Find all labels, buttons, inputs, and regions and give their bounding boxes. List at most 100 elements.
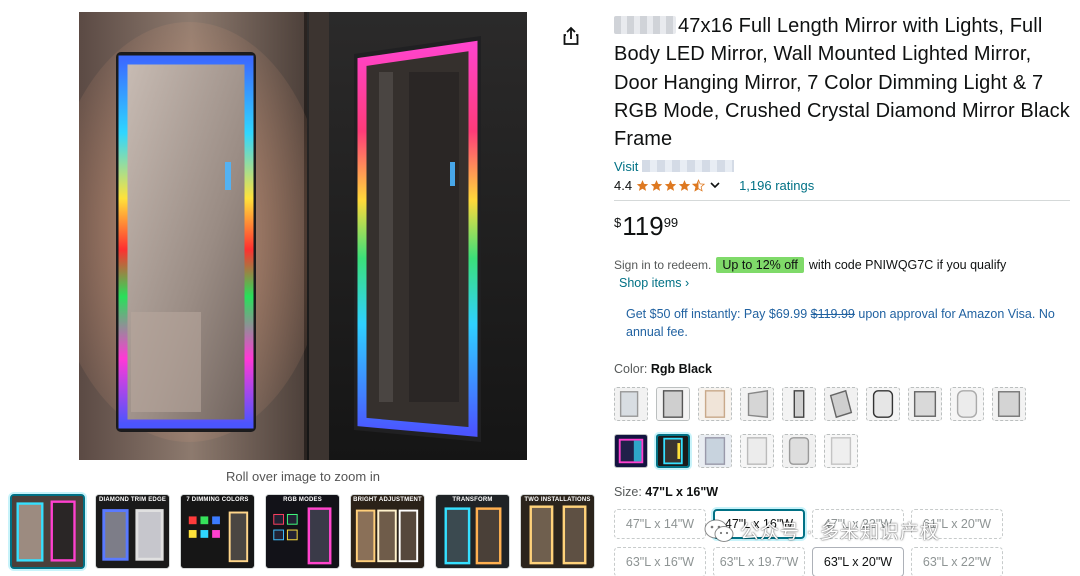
product-title: 47x16 Full Length Mirror with Lights, Fu… <box>614 12 1070 153</box>
promo-strike-price: $119.99 <box>810 307 855 322</box>
thumbnail-3-caption: 7 DIMMING COLORS <box>186 497 249 503</box>
visit-label: Visit <box>614 159 639 175</box>
color-swatch-image <box>699 435 731 468</box>
brand-name-redacted <box>614 16 676 34</box>
color-swatch[interactable] <box>698 387 732 422</box>
color-swatch-image <box>658 436 688 467</box>
thumbnail-2-caption: DIAMOND TRIM EDGE <box>98 497 167 503</box>
thumbnail-7[interactable]: TWO INSTALLATIONS <box>520 494 595 569</box>
color-swatch[interactable] <box>992 387 1026 422</box>
color-swatch[interactable] <box>698 434 732 469</box>
visa-promo[interactable]: Get $50 off instantly: Pay $69.99 $119.9… <box>626 305 1066 341</box>
divider <box>614 200 1070 202</box>
thumbnail-6-caption: TRANSFORM <box>452 497 493 503</box>
color-swatch[interactable] <box>740 434 774 469</box>
star-full-icon <box>650 180 663 191</box>
visit-store-link[interactable]: Visit <box>614 159 1070 175</box>
color-swatch-image <box>783 435 815 468</box>
watermark: 公众号 · 多米知识产权 <box>704 517 940 544</box>
thumbnail-strip: DIAMOND TRIM EDGE 7 DIMMING COLORS RGB M… <box>10 494 595 569</box>
thumbnail-7-image <box>521 495 594 568</box>
size-option[interactable]: 63"L x 22"W <box>911 547 1003 576</box>
color-selected: Rgb Black <box>650 362 712 377</box>
size-option[interactable]: 47"L x 14"W <box>614 509 706 540</box>
price-fraction: 99 <box>663 215 679 231</box>
star-full-icon <box>678 180 691 191</box>
color-swatch-image <box>867 388 899 421</box>
color-swatch-image <box>615 388 647 421</box>
color-swatch-image <box>825 435 857 468</box>
color-swatch-image <box>615 435 647 468</box>
chevron-down-icon[interactable] <box>709 179 721 191</box>
product-title-text: 47x16 Full Length Mirror with Lights, Fu… <box>614 15 1070 151</box>
color-swatch-image <box>741 388 773 421</box>
color-swatch[interactable] <box>824 434 858 469</box>
thumbnail-4[interactable]: RGB MODES <box>265 494 340 569</box>
color-swatch-image <box>993 388 1025 421</box>
color-swatch-image <box>825 388 857 421</box>
watermark-text: 公众号 · 多米知识产权 <box>740 522 940 543</box>
color-swatch[interactable] <box>614 387 648 422</box>
price: $ 119 99 <box>614 211 1070 241</box>
star-rating[interactable] <box>636 179 706 192</box>
color-label-prefix: Color: <box>614 362 648 377</box>
price-symbol: $ <box>614 215 622 231</box>
share-icon[interactable] <box>561 26 581 46</box>
main-product-image[interactable] <box>79 12 527 460</box>
thumbnail-6-image <box>436 495 509 568</box>
coupon-badge: Up to 12% off <box>716 257 804 274</box>
ratings-count-link[interactable]: 1,196 ratings <box>739 178 814 193</box>
thumbnail-4-caption: RGB MODES <box>283 497 322 503</box>
color-swatch-image <box>783 388 815 421</box>
thumbnail-7-caption: TWO INSTALLATIONS <box>524 497 591 503</box>
size-option[interactable]: 63"L x 20"W <box>812 547 904 576</box>
size-label-prefix: Size: <box>614 485 642 500</box>
color-label: Color: Rgb Black <box>614 362 1070 378</box>
color-swatch[interactable] <box>866 387 900 422</box>
star-half-icon <box>692 179 706 192</box>
star-full-icon <box>664 180 677 191</box>
color-swatch-selected[interactable] <box>656 434 690 469</box>
promo-lead: Get $50 off instantly: Pay $69.99 <box>626 307 808 322</box>
size-label: Size: 47"L x 16"W <box>614 485 1070 501</box>
thumbnail-6[interactable]: TRANSFORM <box>435 494 510 569</box>
size-selected: 47"L x 16"W <box>645 485 719 500</box>
size-option[interactable]: 63"L x 19.7"W <box>713 547 805 576</box>
thumbnail-1[interactable] <box>10 494 85 569</box>
signin-to-redeem[interactable]: Sign in to redeem. <box>614 258 711 272</box>
thumbnail-5-caption: BRIGHT ADJUSTMENT <box>353 497 422 503</box>
size-option[interactable]: 63"L x 16"W <box>614 547 706 576</box>
color-swatch[interactable] <box>782 387 816 422</box>
color-swatch[interactable] <box>950 387 984 422</box>
color-swatch[interactable] <box>656 387 690 422</box>
star-full-icon <box>636 180 649 191</box>
zoom-hint: Roll over image to zoom in <box>226 469 380 484</box>
mirror-photo <box>79 12 527 460</box>
color-swatch[interactable] <box>614 434 648 469</box>
product-details: 47x16 Full Length Mirror with Lights, Fu… <box>614 12 1070 576</box>
color-swatch[interactable] <box>782 434 816 469</box>
rating-row: 4.4 1,196 ratings <box>614 176 1070 194</box>
coupon-row: Sign in to redeem. Up to 12% off with co… <box>614 256 1070 274</box>
color-swatch[interactable] <box>740 387 774 422</box>
color-swatch-image <box>657 388 689 421</box>
color-swatches <box>614 387 1070 469</box>
thumbnail-3-image <box>181 495 254 568</box>
rating-value: 4.4 <box>614 177 633 193</box>
thumbnail-1-image <box>12 496 83 567</box>
store-name-redacted <box>642 160 735 173</box>
shop-items-link[interactable]: Shop items › <box>619 274 1070 292</box>
color-swatch-image <box>951 388 983 421</box>
color-swatch-image <box>699 388 731 421</box>
color-swatch-image <box>909 388 941 421</box>
price-whole: 119 <box>622 211 664 242</box>
thumbnail-5[interactable]: BRIGHT ADJUSTMENT <box>350 494 425 569</box>
color-swatch[interactable] <box>908 387 942 422</box>
color-swatch-image <box>741 435 773 468</box>
wechat-icon <box>704 519 734 542</box>
thumbnail-5-image <box>351 495 424 568</box>
color-swatch[interactable] <box>824 387 858 422</box>
thumbnail-2[interactable]: DIAMOND TRIM EDGE <box>95 494 170 569</box>
thumbnail-4-image <box>266 495 339 568</box>
thumbnail-3[interactable]: 7 DIMMING COLORS <box>180 494 255 569</box>
